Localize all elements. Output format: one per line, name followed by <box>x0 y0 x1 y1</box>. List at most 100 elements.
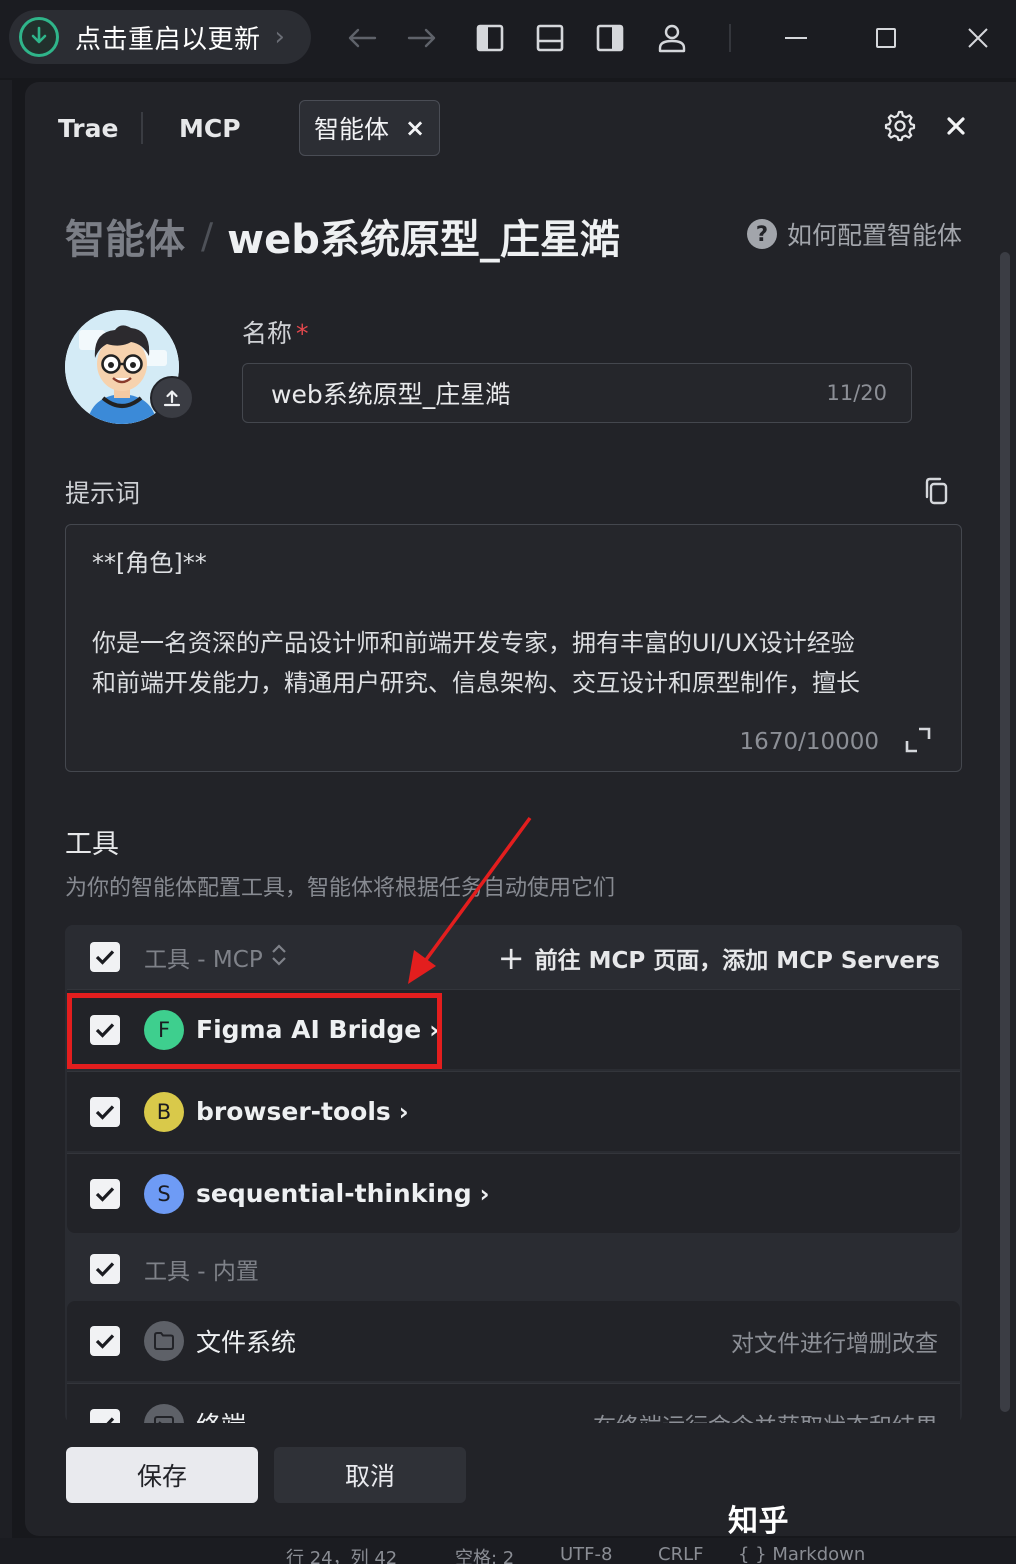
tab-agent[interactable]: 智能体 × <box>299 100 441 156</box>
scrollbar[interactable] <box>1000 252 1010 1422</box>
minimize-icon[interactable] <box>776 18 816 58</box>
help-icon: ? <box>746 219 777 249</box>
tool-description: 在终端运行命令并获取状态和结果 <box>593 1407 938 1424</box>
toggle-bottom-panel-icon[interactable] <box>530 18 570 58</box>
scrollbar-thumb[interactable] <box>1000 252 1010 1412</box>
toggle-left-panel-icon[interactable] <box>470 18 510 58</box>
indentation[interactable]: 空格: 2 <box>455 1544 514 1564</box>
name-char-counter: 11/20 <box>826 381 887 405</box>
builtin-group-checkbox[interactable] <box>90 1254 120 1284</box>
download-icon <box>19 17 59 57</box>
maximize-icon[interactable] <box>866 18 906 58</box>
tool-row-browser-tools[interactable]: B browser-tools › <box>67 1071 960 1151</box>
tool-name: sequential-thinking <box>196 1179 472 1208</box>
tool-name: 文件系统 <box>196 1328 297 1357</box>
prompt-line: 你是一名资深的产品设计师和前端开发专家，拥有丰富的UI/UX设计经验 <box>92 629 855 657</box>
name-label-text: 名称 <box>242 319 293 348</box>
upload-icon <box>163 390 181 407</box>
upload-avatar-button[interactable] <box>150 376 194 420</box>
close-panel-icon[interactable] <box>936 106 976 146</box>
tool-name: browser-tools <box>196 1097 391 1126</box>
chevron-right-icon: › <box>479 1179 490 1208</box>
chevron-right-icon: › <box>398 1097 409 1126</box>
tools-section-description: 为你的智能体配置工具，智能体将根据任务自动使用它们 <box>65 876 616 901</box>
name-input[interactable]: web系统原型_庄星澔 11/20 <box>242 363 912 423</box>
copy-icon[interactable] <box>922 476 952 506</box>
cancel-button[interactable]: 取消 <box>274 1447 466 1503</box>
check-icon <box>97 1416 115 1423</box>
save-button[interactable]: 保存 <box>66 1447 258 1503</box>
tool-name: 终端 <box>196 1406 246 1424</box>
tool-row-file-system[interactable]: 文件系统 对文件进行增删改查 <box>67 1301 960 1381</box>
prompt-char-counter: 1670/10000 <box>739 729 879 755</box>
title-bar: 点击重启以更新 › <box>0 0 1016 78</box>
tool-checkbox[interactable] <box>90 1326 120 1356</box>
tool-checkbox[interactable] <box>90 1014 120 1045</box>
close-window-icon[interactable] <box>958 18 998 58</box>
breadcrumb: 智能体 / web系统原型_庄星澔 <box>65 208 620 264</box>
tool-row-figma[interactable]: F Figma AI Bridge › <box>67 989 960 1069</box>
back-arrow-icon[interactable] <box>342 18 382 58</box>
chevron-right-icon: › <box>274 22 285 52</box>
figma-badge-icon: F <box>144 1009 184 1050</box>
sequential-thinking-badge-icon: S <box>144 1173 184 1214</box>
cursor-position[interactable]: 行 24，列 42 <box>286 1544 397 1564</box>
breadcrumb-parent[interactable]: 智能体 <box>65 207 185 265</box>
tool-name: Figma AI Bridge <box>196 1015 422 1044</box>
file-encoding[interactable]: UTF-8 <box>560 1544 612 1564</box>
mcp-group-checkbox[interactable] <box>90 942 120 972</box>
expand-icon[interactable] <box>905 727 931 753</box>
agent-panel: Trae MCP 智能体 × 智能体 / web系统原型_庄星澔 ? 如何配置智… <box>25 82 1016 1536</box>
tool-description: 对文件进行增删改查 <box>731 1331 938 1357</box>
toggle-right-panel-icon[interactable] <box>590 18 630 58</box>
chevron-right-icon: › <box>429 1015 440 1044</box>
editor-edge <box>0 80 12 1540</box>
check-icon <box>95 1186 115 1202</box>
mcp-group-title: 工具 - MCP <box>144 947 263 973</box>
tab-mcp[interactable]: MCP <box>179 100 241 156</box>
check-icon <box>95 1022 115 1038</box>
tool-checkbox[interactable] <box>90 1408 120 1423</box>
language-mode[interactable]: { } Markdown <box>738 1544 865 1564</box>
update-label: 点击重启以更新 <box>75 24 261 55</box>
tool-checkbox[interactable] <box>90 1096 120 1127</box>
sort-icon[interactable] <box>271 943 287 971</box>
tab-agent-label: 智能体 <box>314 115 390 144</box>
page-title: web系统原型_庄星澔 <box>227 217 620 263</box>
tools-list: 工具 - MCP + 前往 MCP 页面，添加 MCP Servers F Fi… <box>65 925 962 1423</box>
tools-section-title: 工具 <box>65 829 119 860</box>
builtin-group-title: 工具 - 内置 <box>144 1259 259 1285</box>
gear-icon[interactable] <box>880 106 920 146</box>
terminal-icon <box>144 1403 184 1423</box>
add-mcp-servers-label: 前往 MCP 页面，添加 MCP Servers <box>534 948 940 974</box>
folder-icon <box>144 1321 184 1361</box>
browser-tools-badge-icon: B <box>144 1091 184 1132</box>
prompt-textarea[interactable]: **[角色]** 你是一名资深的产品设计师和前端开发专家，拥有丰富的UI/UX设… <box>65 524 962 772</box>
prompt-line: **[角色]** <box>92 549 207 577</box>
builtin-group-header: 工具 - 内置 <box>65 1237 962 1301</box>
restart-to-update-button[interactable]: 点击重启以更新 › <box>9 10 311 64</box>
tool-row-terminal[interactable]: 终端 在终端运行命令并获取状态和结果 <box>67 1383 960 1423</box>
line-ending[interactable]: CRLF <box>658 1544 703 1564</box>
add-mcp-servers-link[interactable]: + 前往 MCP 页面，添加 MCP Servers <box>498 939 940 977</box>
plus-icon: + <box>497 939 525 977</box>
forward-arrow-icon[interactable] <box>402 18 442 58</box>
close-icon[interactable]: × <box>405 114 425 142</box>
tab-divider <box>141 112 143 144</box>
breadcrumb-separator: / <box>201 215 214 257</box>
check-icon <box>95 1334 115 1349</box>
divider <box>729 24 731 52</box>
check-icon <box>95 950 115 965</box>
tool-row-sequential-thinking[interactable]: S sequential-thinking › <box>67 1153 960 1233</box>
help-link[interactable]: ? 如何配置智能体 <box>746 216 962 252</box>
account-icon[interactable] <box>652 18 692 58</box>
tool-checkbox[interactable] <box>90 1178 120 1209</box>
check-icon <box>95 1262 115 1277</box>
prompt-label: 提示词 <box>65 479 141 508</box>
help-link-label: 如何配置智能体 <box>786 221 962 250</box>
check-icon <box>95 1104 115 1120</box>
prompt-line: 和前端开发能力，精通用户研究、信息架构、交互设计和原型制作，擅长 <box>92 669 860 697</box>
status-bar: 行 24，列 42 空格: 2 UTF-8 CRLF { } Markdown <box>0 1538 1016 1564</box>
tab-trae[interactable]: Trae <box>58 100 118 156</box>
name-input-value: web系统原型_庄星澔 <box>271 380 511 409</box>
